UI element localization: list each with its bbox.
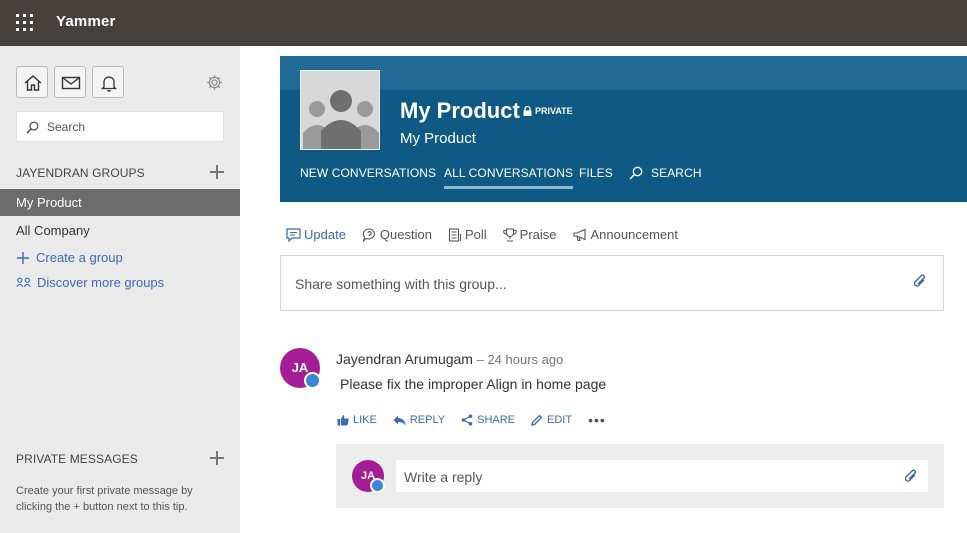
trophy-icon [502, 227, 517, 242]
post-header: Jayendran Arumugam – 24 hours ago [336, 351, 563, 367]
composer-tab-update[interactable]: Update [286, 227, 346, 242]
edit-label: EDIT [547, 414, 573, 426]
tab-all-conversations[interactable]: ALL CONVERSATIONS [444, 166, 574, 189]
home-button[interactable] [16, 66, 48, 98]
update-icon [286, 227, 301, 242]
banner-pattern [280, 56, 967, 90]
notifications-button[interactable] [92, 66, 124, 98]
thumbs-up-icon [337, 415, 349, 426]
groups-heading: JAYENDRAN GROUPS [16, 166, 145, 180]
composer-tab-praise-label: Praise [519, 227, 557, 242]
composer-tab-poll-label: Poll [464, 227, 487, 242]
author-name[interactable]: Jayendran Arumugam [336, 351, 473, 367]
create-group-link[interactable]: Create a group [16, 250, 123, 265]
attach-icon[interactable] [902, 467, 920, 487]
discover-groups-label: Discover more groups [37, 275, 165, 290]
like-label: LIKE [353, 414, 377, 426]
plus-icon [17, 251, 29, 264]
home-icon [24, 75, 42, 91]
sidebar-search[interactable] [16, 111, 224, 142]
question-icon [362, 227, 375, 242]
reply-button[interactable]: REPLY [393, 414, 445, 426]
poll-icon [448, 227, 462, 242]
pencil-icon [531, 414, 543, 426]
composer-tab-praise[interactable]: Praise [502, 227, 557, 242]
group-avatar [300, 70, 380, 150]
reply-label: REPLY [409, 414, 446, 426]
reply-area: JA Write a reply [336, 444, 944, 508]
attach-icon[interactable] [911, 272, 929, 292]
sidebar-item-all-company[interactable]: All Company [0, 217, 240, 244]
edit-button[interactable]: EDIT [531, 414, 572, 426]
inbox-button[interactable] [54, 66, 86, 98]
search-input[interactable] [47, 117, 217, 137]
author-avatar[interactable]: JA [280, 348, 321, 389]
private-messages-tip: Create your first private message by cli… [16, 485, 193, 513]
reply-icon [393, 415, 406, 425]
composer-tab-announcement-label: Announcement [590, 227, 678, 242]
post-separator: – [472, 352, 488, 367]
tab-new-conversations[interactable]: NEW CONVERSATIONS [300, 166, 436, 180]
add-group-icon[interactable] [210, 165, 224, 179]
composer-tab-announcement[interactable]: Announcement [572, 227, 678, 242]
group-header: My Product PRIVATE My Product NEW CONVER… [280, 56, 967, 202]
like-button[interactable]: LIKE [337, 414, 377, 426]
composer-tab-update-label: Update [304, 227, 346, 242]
add-message-icon[interactable] [210, 451, 224, 465]
post-actions: LIKE REPLY SHARE EDIT ••• [337, 413, 606, 427]
discover-groups-link[interactable]: Discover more groups [16, 275, 164, 290]
reply-avatar[interactable]: JA [352, 460, 385, 493]
tab-files[interactable]: FILES [579, 166, 613, 180]
online-badge-icon [304, 372, 321, 389]
more-options-icon[interactable]: ••• [588, 413, 606, 427]
post-time[interactable]: 24 hours ago [487, 352, 563, 367]
post-body: Please fix the improper Align in home pa… [340, 376, 607, 392]
privacy-label: PRIVATE [535, 106, 573, 116]
search-icon [26, 121, 39, 134]
mail-icon [61, 76, 81, 90]
lock-icon [523, 106, 532, 116]
people-icon [16, 277, 31, 287]
composer-input[interactable]: Share something with this group... [280, 255, 944, 311]
reply-placeholder: Write a reply [404, 469, 483, 485]
sidebar-item-my-product[interactable]: My Product [0, 189, 240, 216]
gear-icon[interactable] [206, 74, 223, 91]
megaphone-icon [572, 228, 586, 241]
composer-type-tabs: Update Question Poll Praise Announcement [286, 227, 678, 242]
app-launcher-icon[interactable] [16, 14, 33, 31]
composer-tab-question-label: Question [379, 227, 432, 242]
composer-tab-poll[interactable]: Poll [448, 227, 487, 242]
composer-placeholder: Share something with this group... [295, 276, 507, 292]
sidebar: JAYENDRAN GROUPS My Product All Company … [0, 46, 240, 533]
bell-icon [100, 76, 118, 92]
privacy-badge: PRIVATE [523, 106, 573, 116]
group-people-icon [301, 71, 379, 149]
composer-tab-question[interactable]: Question [362, 227, 432, 242]
private-messages-heading: PRIVATE MESSAGES [16, 452, 138, 466]
create-group-label: Create a group [36, 250, 123, 265]
online-badge-icon [370, 478, 385, 493]
share-button[interactable]: SHARE [461, 414, 515, 426]
top-bar: Yammer [0, 0, 967, 46]
share-icon [461, 414, 473, 426]
group-description: My Product [400, 130, 476, 147]
group-name: My Product [400, 98, 520, 123]
tab-search[interactable]: SEARCH [629, 166, 702, 180]
author-initials: JA [291, 360, 309, 375]
app-title[interactable]: Yammer [56, 13, 116, 30]
search-icon [629, 166, 643, 180]
reply-input[interactable]: Write a reply [396, 460, 928, 492]
share-label: SHARE [477, 414, 516, 426]
tab-search-label: SEARCH [651, 166, 702, 180]
